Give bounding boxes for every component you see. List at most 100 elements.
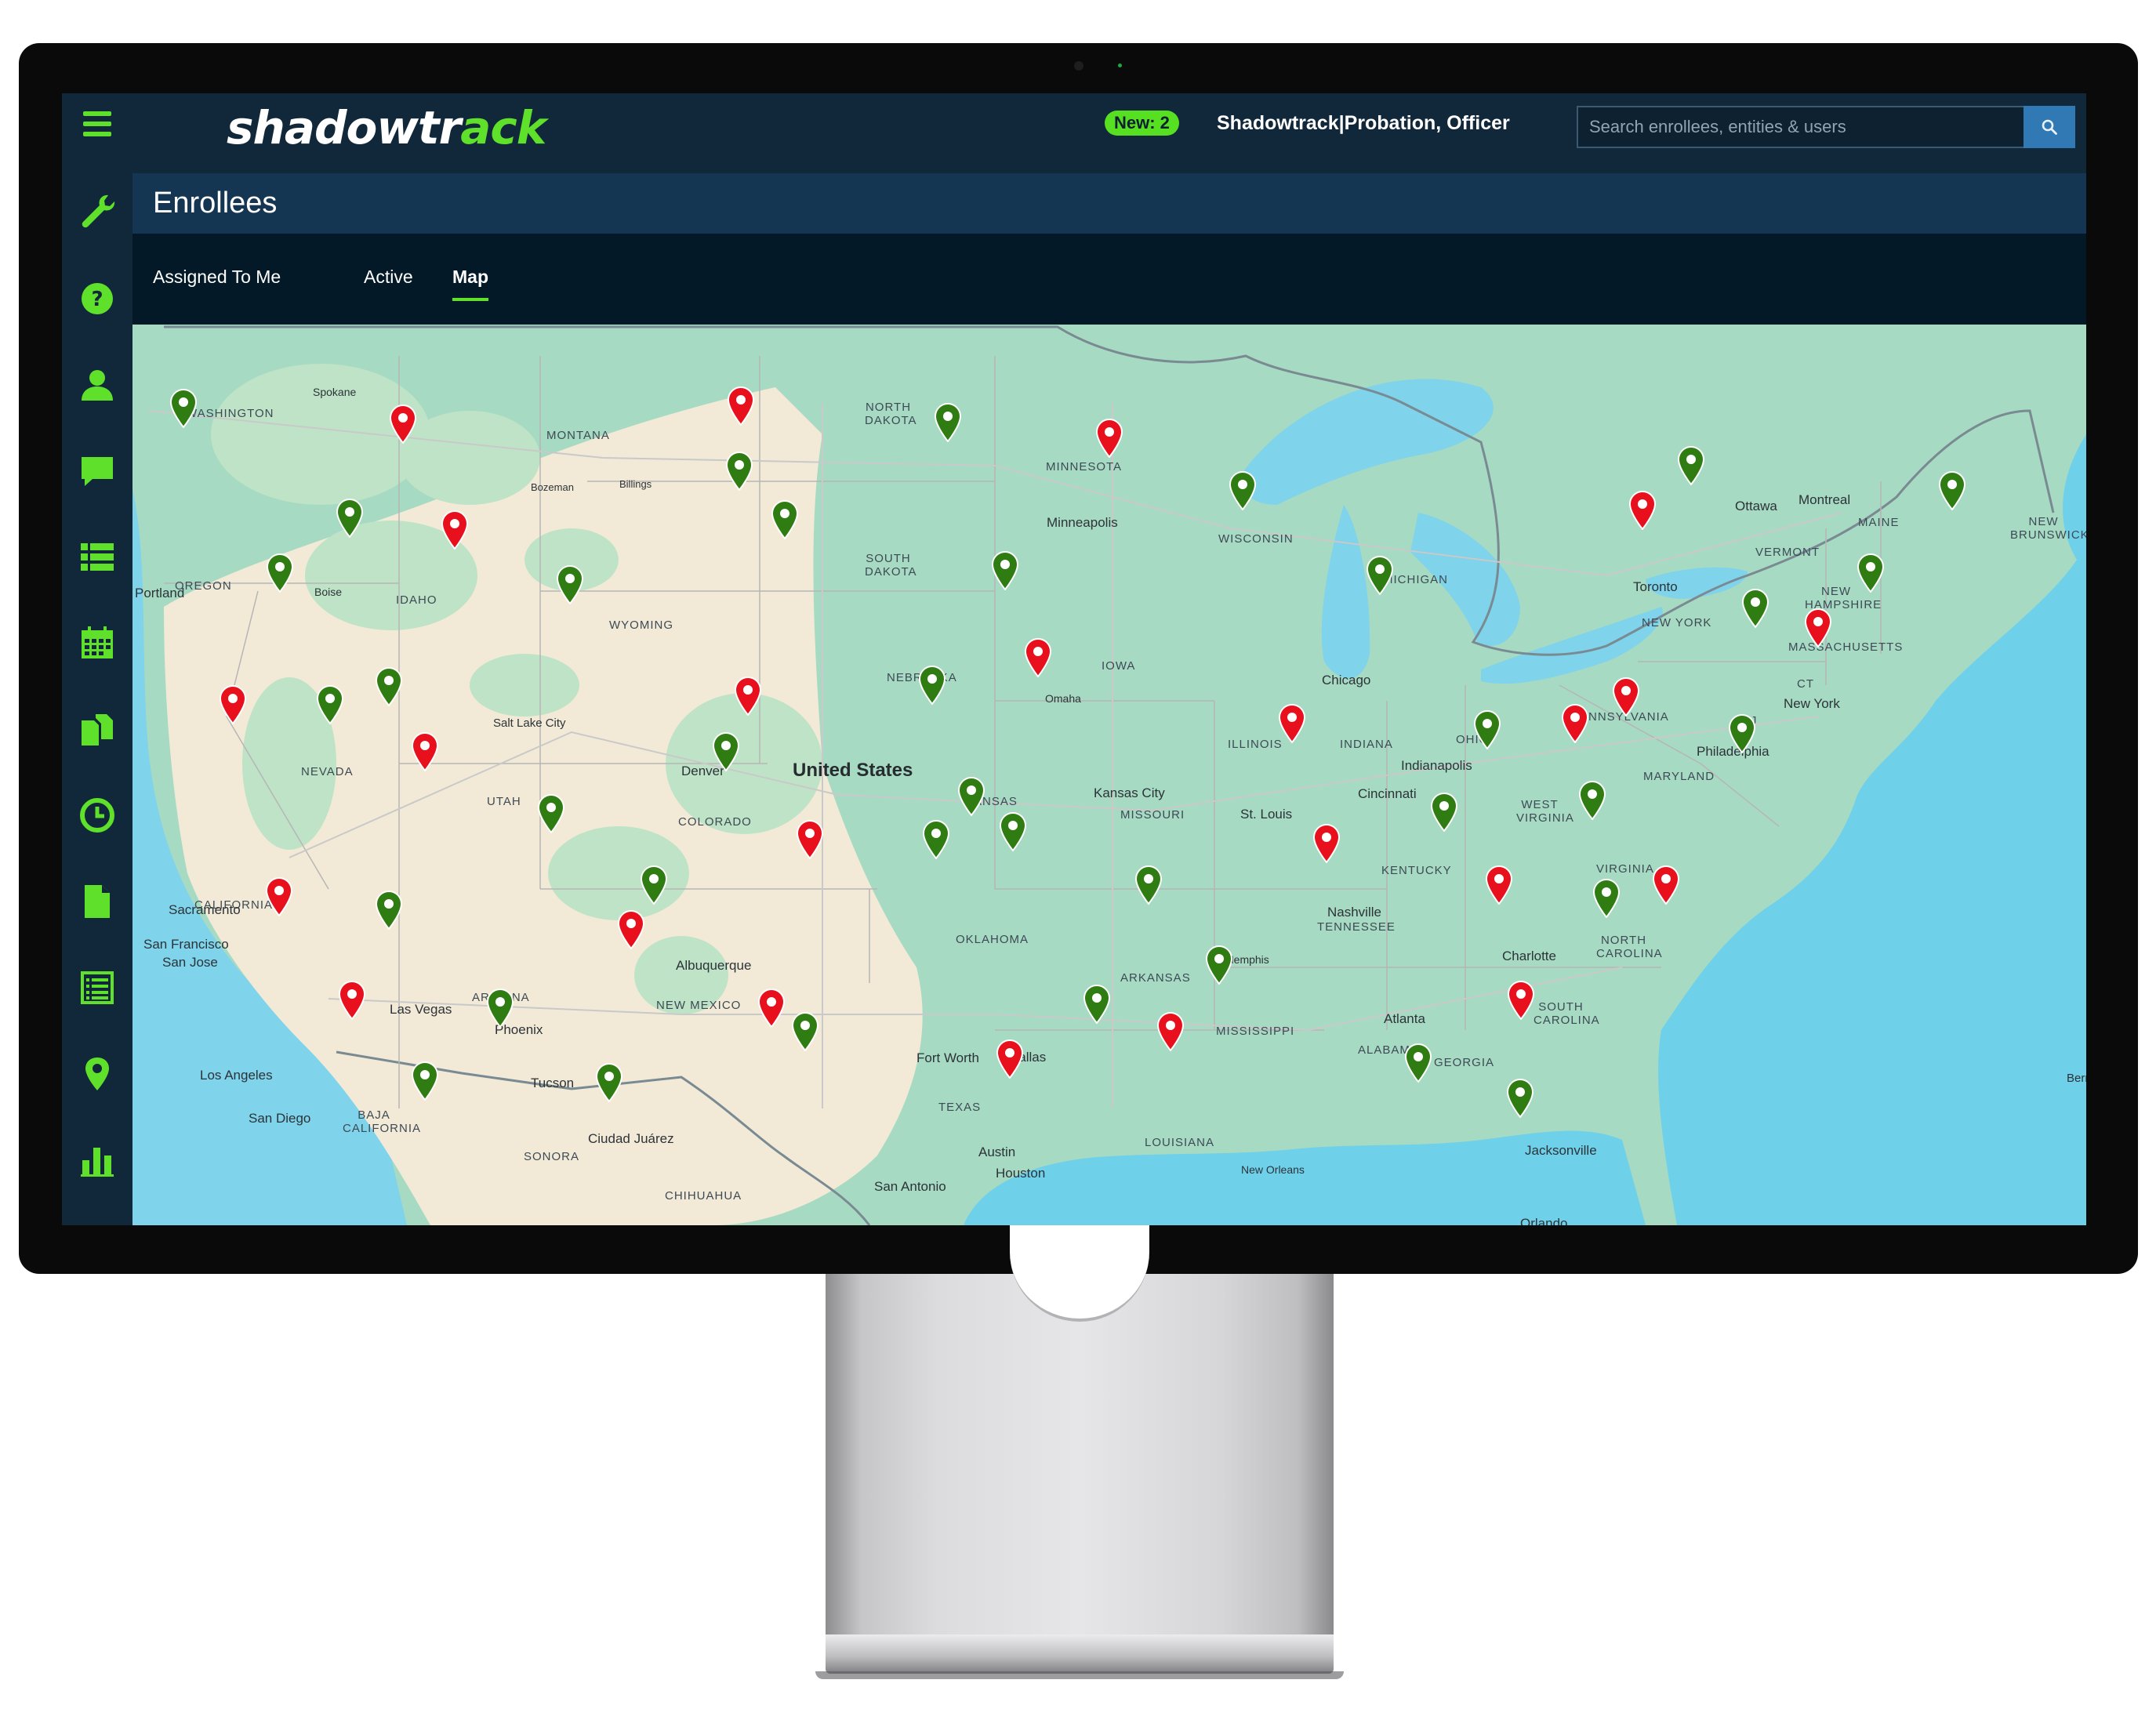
alert-pin-icon[interactable] <box>996 1039 1024 1079</box>
ok-pin-icon[interactable] <box>918 666 946 706</box>
ok-pin-icon[interactable] <box>725 452 753 492</box>
person-icon[interactable] <box>74 362 120 408</box>
ok-pin-icon[interactable] <box>1741 589 1769 629</box>
ok-pin-icon[interactable] <box>1134 865 1163 905</box>
ok-pin-icon[interactable] <box>537 794 565 834</box>
enrollee-map[interactable]: United States WASHINGTON OREGON IDAHO MO… <box>132 325 2086 1225</box>
alert-pin-icon[interactable] <box>757 989 786 1029</box>
map-country-label: United States <box>793 760 913 781</box>
ok-pin-icon[interactable] <box>411 1061 439 1101</box>
alert-pin-icon[interactable] <box>734 677 762 717</box>
stand-shadow <box>815 1671 1344 1679</box>
map-city-label: Cincinnati <box>1358 786 1417 801</box>
ok-pin-icon[interactable] <box>1430 793 1458 833</box>
documents-icon[interactable] <box>74 707 120 753</box>
lake-michigan <box>1321 505 1370 679</box>
ok-pin-icon[interactable] <box>922 820 950 860</box>
help-icon[interactable]: ? <box>74 276 120 321</box>
ok-pin-icon[interactable] <box>375 891 403 931</box>
stand-base <box>826 1634 1334 1674</box>
file-icon[interactable] <box>74 879 120 924</box>
map-state-label: CT <box>1797 677 1814 691</box>
alert-pin-icon[interactable] <box>796 820 824 860</box>
map-city-label: Ciudad Juárez <box>588 1131 674 1146</box>
ok-pin-icon[interactable] <box>595 1063 623 1103</box>
alert-pin-icon[interactable] <box>338 981 366 1021</box>
ok-pin-icon[interactable] <box>1404 1043 1432 1083</box>
ok-pin-icon[interactable] <box>640 865 668 905</box>
report-icon[interactable] <box>74 965 120 1010</box>
alert-pin-icon[interactable] <box>219 685 247 725</box>
top-bar: shadowtrack New: 2 Shadowtrack|Probation… <box>132 93 2086 173</box>
alert-pin-icon[interactable] <box>1652 865 1680 905</box>
ok-pin-icon[interactable] <box>934 403 962 443</box>
tab-active[interactable]: Active <box>364 267 413 298</box>
ok-pin-icon[interactable] <box>1366 556 1394 596</box>
user-role[interactable]: Shadowtrack|Probation, Officer <box>1217 112 1510 135</box>
list-icon[interactable] <box>74 535 120 580</box>
map-state-label: MINNESOTA <box>1046 460 1123 473</box>
ok-pin-icon[interactable] <box>1473 710 1501 750</box>
alert-pin-icon[interactable] <box>1804 608 1832 648</box>
page-header: Enrollees <box>132 173 2086 234</box>
ok-pin-icon[interactable] <box>1857 553 1885 593</box>
map-city-label: Nashville <box>1327 905 1381 920</box>
alert-pin-icon[interactable] <box>1024 638 1052 678</box>
alert-pin-icon[interactable] <box>1628 491 1657 531</box>
ok-pin-icon[interactable] <box>486 989 514 1029</box>
calendar-icon[interactable] <box>74 620 120 666</box>
search-button[interactable] <box>2024 106 2075 148</box>
alert-pin-icon[interactable] <box>411 732 439 772</box>
ok-pin-icon[interactable] <box>771 500 799 540</box>
clock-icon[interactable] <box>74 793 120 838</box>
ok-pin-icon[interactable] <box>1229 471 1257 511</box>
alert-pin-icon[interactable] <box>1278 704 1306 744</box>
ok-pin-icon[interactable] <box>1578 781 1606 821</box>
alert-pin-icon[interactable] <box>617 910 645 950</box>
alert-pin-icon[interactable] <box>1507 981 1535 1021</box>
alert-pin-icon[interactable] <box>1485 865 1513 905</box>
ok-pin-icon[interactable] <box>999 812 1027 852</box>
ok-pin-icon[interactable] <box>336 499 364 539</box>
ok-pin-icon[interactable] <box>957 777 985 817</box>
ok-pin-icon[interactable] <box>1083 985 1111 1025</box>
alert-pin-icon[interactable] <box>1561 704 1589 744</box>
alert-pin-icon[interactable] <box>389 405 417 444</box>
ok-pin-icon[interactable] <box>1677 446 1705 486</box>
bar-chart-icon[interactable] <box>74 1137 120 1183</box>
ok-pin-icon[interactable] <box>1938 471 1966 511</box>
tab-assigned-to-me[interactable]: Assigned To Me <box>153 267 281 298</box>
shadowtrack-logo[interactable]: shadowtrack <box>227 101 546 154</box>
ok-pin-icon[interactable] <box>316 685 344 725</box>
map-state-label: SOUTH CAROLINA <box>1534 1000 1600 1027</box>
alert-pin-icon[interactable] <box>265 877 293 917</box>
ok-pin-icon[interactable] <box>556 565 584 605</box>
ok-pin-icon[interactable] <box>712 732 740 772</box>
alert-pin-icon[interactable] <box>1156 1012 1185 1052</box>
menu-icon[interactable] <box>74 101 120 147</box>
ok-pin-icon[interactable] <box>1205 945 1233 985</box>
tab-map[interactable]: Map <box>452 267 488 301</box>
alert-pin-icon[interactable] <box>1312 824 1341 864</box>
new-badge[interactable]: New: 2 <box>1105 111 1179 136</box>
alert-pin-icon[interactable] <box>727 386 755 426</box>
map-state-label: WASHINGTON <box>186 407 274 420</box>
chat-icon[interactable] <box>74 448 120 494</box>
ok-pin-icon[interactable] <box>375 667 403 707</box>
ok-pin-icon[interactable] <box>991 551 1019 591</box>
map-city-label: San Antonio <box>874 1179 946 1194</box>
location-icon[interactable] <box>74 1051 120 1097</box>
map-state-label: BAJA CALIFORNIA <box>343 1108 422 1135</box>
wrench-icon[interactable] <box>74 188 120 234</box>
ok-pin-icon[interactable] <box>1728 714 1756 754</box>
alert-pin-icon[interactable] <box>441 510 469 550</box>
ok-pin-icon[interactable] <box>169 389 198 429</box>
alert-pin-icon[interactable] <box>1612 677 1640 717</box>
map-state-label: NEW YORK <box>1642 616 1712 629</box>
search-input[interactable] <box>1578 107 2024 147</box>
ok-pin-icon[interactable] <box>266 553 294 593</box>
ok-pin-icon[interactable] <box>1592 879 1621 919</box>
ok-pin-icon[interactable] <box>1506 1079 1534 1119</box>
ok-pin-icon[interactable] <box>791 1012 819 1052</box>
alert-pin-icon[interactable] <box>1095 419 1123 459</box>
